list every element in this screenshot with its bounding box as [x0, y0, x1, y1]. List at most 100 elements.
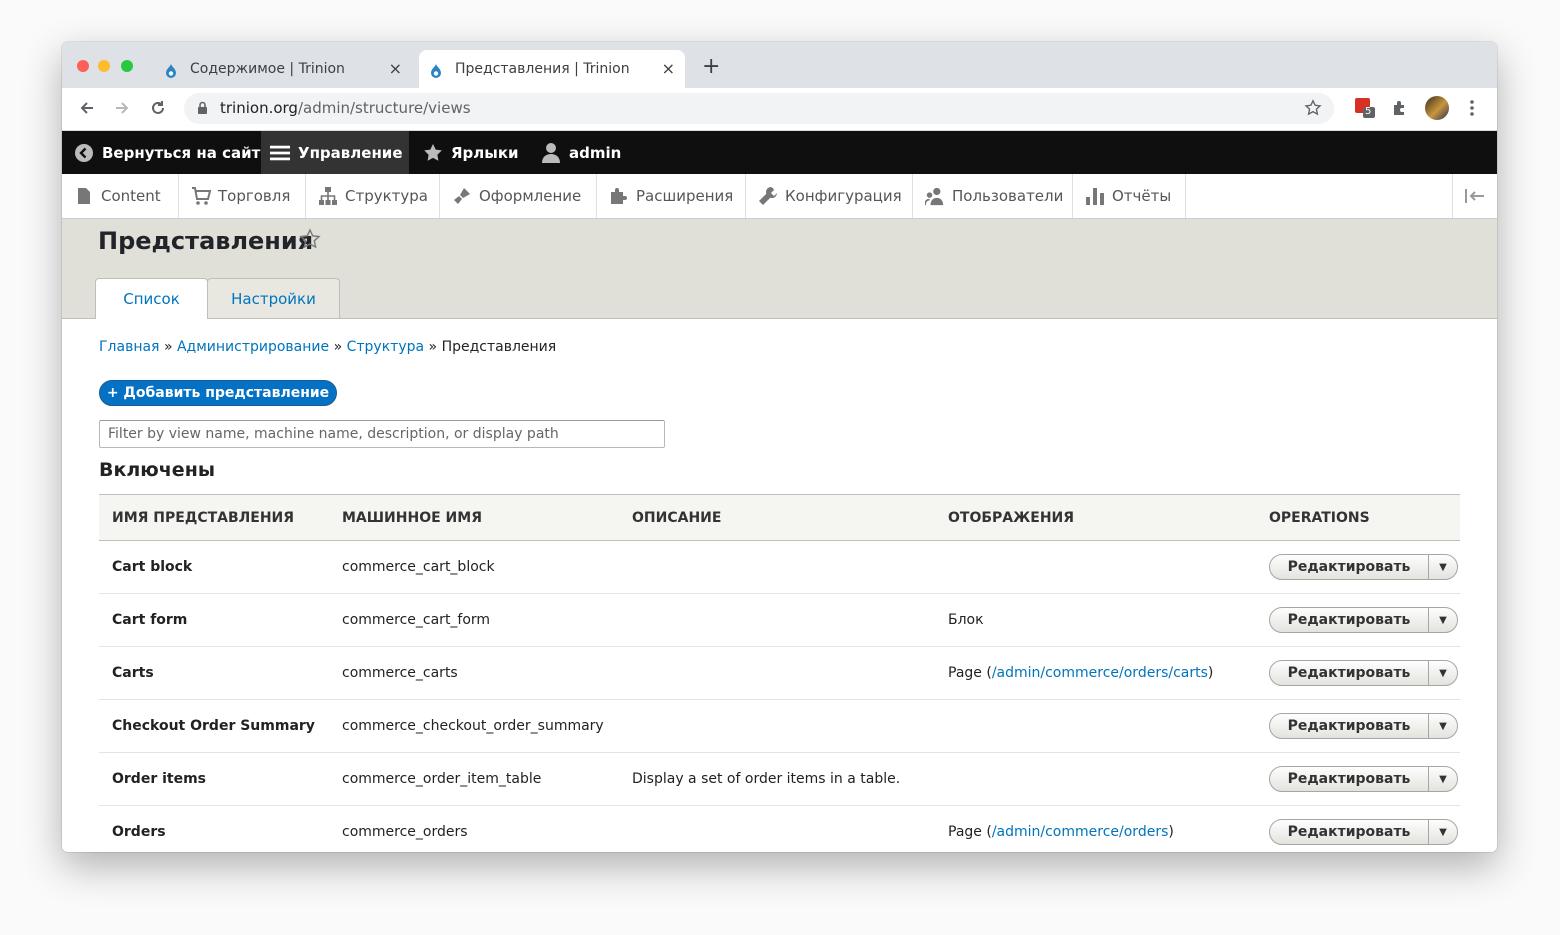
- edit-button[interactable]: Редактировать: [1270, 555, 1429, 579]
- edit-button[interactable]: Редактировать: [1270, 608, 1429, 632]
- displays: [935, 752, 1256, 806]
- shortcuts-label: Ярлыки: [451, 143, 519, 162]
- collapse-icon: [1465, 189, 1484, 203]
- back-to-site-label: Вернуться на сайт: [102, 143, 261, 162]
- back-arrow-icon[interactable]: [77, 98, 97, 118]
- address-bar[interactable]: trinion.org/admin/structure/views: [184, 93, 1334, 124]
- menu-item-label: Структура: [345, 187, 428, 205]
- operations-cell: Редактировать ▼: [1256, 540, 1460, 594]
- maximize-window-button[interactable]: [121, 60, 133, 72]
- machine-name: commerce_orders: [329, 805, 619, 852]
- puzzle-piece-icon: [609, 186, 629, 206]
- tab-settings[interactable]: Настройки: [207, 278, 340, 318]
- puzzle-icon[interactable]: [1390, 98, 1410, 118]
- operations-cell: Редактировать ▼: [1256, 805, 1460, 852]
- dropdown-arrow-icon[interactable]: ▼: [1429, 714, 1457, 738]
- machine-name: commerce_checkout_order_summary: [329, 699, 619, 753]
- edit-button[interactable]: Редактировать: [1270, 767, 1429, 791]
- back-to-site-link[interactable]: Вернуться на сайт: [74, 131, 260, 174]
- menu-item-appearance[interactable]: Оформление: [440, 174, 597, 218]
- collapse-tray-button[interactable]: [1452, 174, 1497, 218]
- add-view-button[interactable]: + Добавить представление: [99, 380, 337, 406]
- drupal-favicon-icon: [166, 64, 176, 78]
- page-header: Представления Список Настройки: [62, 219, 1497, 319]
- bookmark-star-icon[interactable]: [1304, 99, 1322, 117]
- breadcrumb-home[interactable]: Главная: [99, 339, 159, 355]
- menu-dots-icon[interactable]: [1462, 98, 1482, 118]
- dropdown-arrow-icon[interactable]: ▼: [1429, 555, 1457, 579]
- user-label: admin: [569, 143, 622, 162]
- table-row: Carts commerce_carts Page (/admin/commer…: [99, 646, 1460, 700]
- operations-dropbutton: Редактировать ▼: [1269, 713, 1458, 739]
- new-tab-button[interactable]: +: [702, 56, 720, 78]
- forward-arrow-icon[interactable]: [112, 98, 132, 118]
- shortcuts-tab[interactable]: Ярлыки: [423, 131, 519, 174]
- dropdown-arrow-icon[interactable]: ▼: [1429, 820, 1457, 844]
- displays: [935, 540, 1256, 594]
- menu-item-label: Оформление: [479, 187, 582, 205]
- close-tab-icon[interactable]: ×: [662, 59, 675, 78]
- admin-toolbar: Вернуться на сайт Управление Ярлыки admi…: [62, 131, 1497, 174]
- tab-title: Содержимое | Trinion: [190, 61, 345, 77]
- sitemap-icon: [318, 186, 338, 206]
- edit-button[interactable]: Редактировать: [1270, 661, 1429, 685]
- browser-window: Содержимое | Trinion × Представления | T…: [62, 42, 1497, 852]
- tab-title: Представления | Trinion: [455, 61, 630, 77]
- dropdown-arrow-icon[interactable]: ▼: [1429, 661, 1457, 685]
- description: [619, 699, 935, 753]
- browser-tab-views[interactable]: Представления | Trinion ×: [419, 50, 685, 88]
- display-path-link[interactable]: /admin/commerce/orders/carts: [992, 665, 1208, 681]
- lock-icon: [198, 101, 207, 114]
- display-close-paren: ): [1168, 824, 1174, 840]
- manage-tab[interactable]: Управление: [261, 131, 409, 174]
- bar-chart-icon: [1085, 186, 1105, 206]
- minimize-window-button[interactable]: [98, 60, 110, 72]
- menu-item-label: Пользователи: [952, 187, 1064, 205]
- menu-item-structure[interactable]: Структура: [306, 174, 440, 218]
- col-header-name: Имя представления: [99, 494, 329, 541]
- edit-button[interactable]: Редактировать: [1270, 820, 1429, 844]
- profile-avatar[interactable]: [1425, 96, 1449, 120]
- table-row: Cart block commerce_cart_block Редактиро…: [99, 540, 1460, 594]
- dropdown-arrow-icon[interactable]: ▼: [1429, 767, 1457, 791]
- breadcrumb-structure[interactable]: Структура: [347, 339, 424, 355]
- menu-item-content[interactable]: Content: [62, 174, 179, 218]
- view-name: Carts: [99, 646, 329, 700]
- reload-icon[interactable]: [148, 98, 168, 118]
- operations-dropbutton: Редактировать ▼: [1269, 766, 1458, 792]
- close-window-button[interactable]: [77, 60, 89, 72]
- menu-item-commerce[interactable]: Торговля: [179, 174, 306, 218]
- col-header-operations: Operations: [1256, 494, 1460, 541]
- browser-tab-content[interactable]: Содержимое | Trinion ×: [154, 50, 412, 88]
- extension-icon[interactable]: 5: [1354, 97, 1376, 119]
- dropdown-arrow-icon[interactable]: ▼: [1429, 608, 1457, 632]
- display-text: Page (: [948, 824, 992, 840]
- operations-cell: Редактировать ▼: [1256, 646, 1460, 700]
- view-name: Order items: [99, 752, 329, 806]
- edit-button[interactable]: Редактировать: [1270, 714, 1429, 738]
- paintbrush-icon: [452, 186, 472, 206]
- menu-item-extend[interactable]: Расширения: [597, 174, 746, 218]
- menu-item-reports[interactable]: Отчёты: [1073, 174, 1186, 218]
- breadcrumb-admin[interactable]: Администрирование: [177, 339, 329, 355]
- close-tab-icon[interactable]: ×: [389, 59, 402, 78]
- shortcut-star-icon[interactable]: [299, 228, 321, 250]
- table-header-row: Имя представления Машинное имя Описание …: [99, 494, 1460, 541]
- tab-list[interactable]: Список: [95, 278, 208, 319]
- filter-input[interactable]: Filter by view name, machine name, descr…: [99, 420, 665, 448]
- description: [619, 593, 935, 647]
- menu-item-config[interactable]: Конфигурация: [746, 174, 913, 218]
- operations-dropbutton: Редактировать ▼: [1269, 819, 1458, 845]
- user-tab[interactable]: admin: [541, 131, 621, 174]
- machine-name: commerce_cart_block: [329, 540, 619, 594]
- menu-item-people[interactable]: Пользователи: [913, 174, 1073, 218]
- page-title: Представления: [98, 227, 314, 255]
- menu-item-label: Торговля: [218, 187, 291, 205]
- cart-icon: [191, 186, 211, 206]
- operations-cell: Редактировать ▼: [1256, 699, 1460, 753]
- displays: Page (/admin/commerce/orders/carts): [935, 646, 1256, 700]
- table-row: Orders commerce_orders Page (/admin/comm…: [99, 805, 1460, 852]
- description: [619, 540, 935, 594]
- display-path-link[interactable]: /admin/commerce/orders: [992, 824, 1169, 840]
- col-header-machine: Машинное имя: [329, 494, 619, 541]
